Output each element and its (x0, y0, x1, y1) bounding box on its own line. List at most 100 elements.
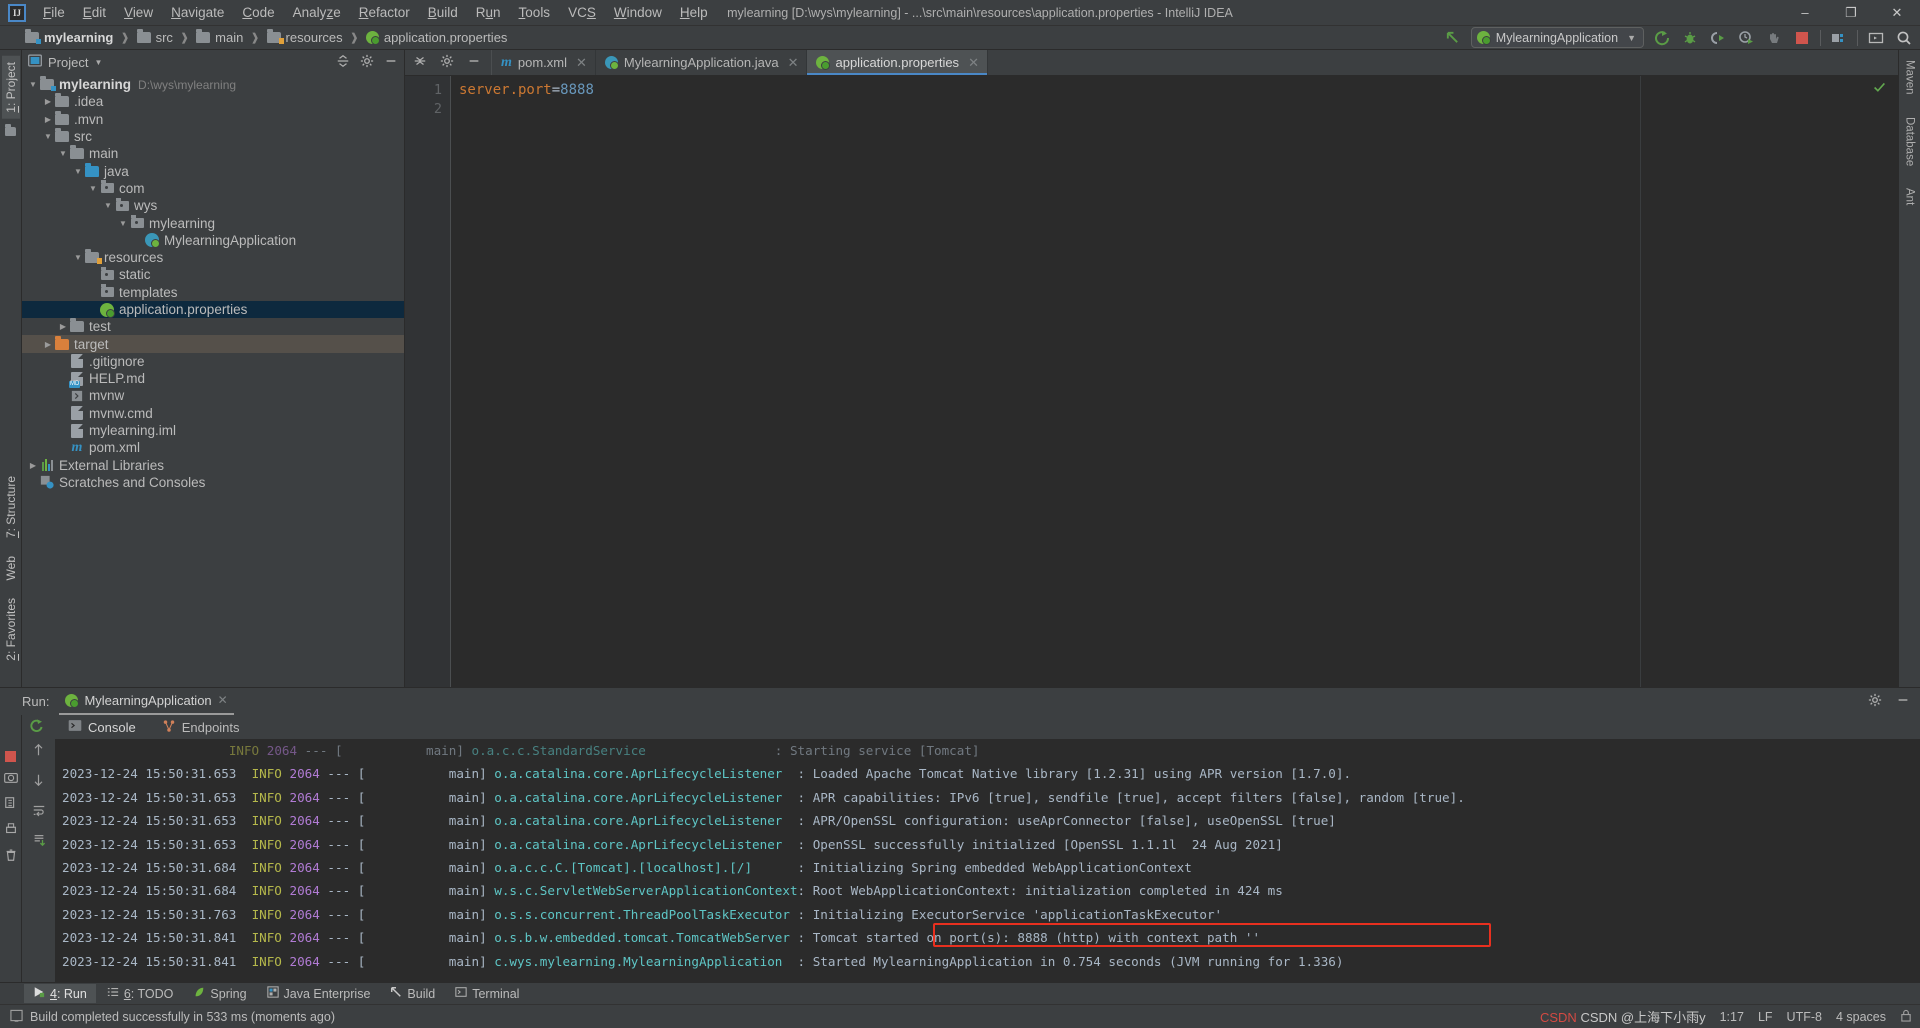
breadcrumb-main[interactable]: main (193, 29, 246, 46)
print-icon[interactable] (4, 822, 18, 839)
tree-node-mylearning[interactable]: ▼ mylearning (22, 214, 404, 231)
chevron-down-icon[interactable]: ▼ (117, 219, 129, 228)
menu-code[interactable]: Code (233, 2, 283, 23)
tree-node-mvnw[interactable]: mvnw (22, 387, 404, 404)
gear-icon[interactable] (1868, 693, 1882, 710)
attach-hand-icon[interactable] (1764, 28, 1784, 48)
tree-node-application-properties[interactable]: application.properties (22, 300, 404, 319)
subtab-console[interactable]: Console (58, 717, 146, 737)
console-output[interactable]: INFO 2064 --- [ main] o.a.c.c.StandardSe… (56, 739, 1920, 982)
tree-node-static[interactable]: static (22, 266, 404, 283)
camera-icon[interactable] (3, 771, 18, 787)
ok-check-icon[interactable] (1873, 81, 1886, 97)
tree-node-mvnw-cmd[interactable]: mvnw.cmd (22, 405, 404, 422)
breadcrumb-resources[interactable]: resources (264, 29, 346, 46)
debug-bug-icon[interactable] (1680, 28, 1700, 48)
chevron-down-icon[interactable]: ▼ (57, 149, 69, 158)
coverage-icon[interactable] (1708, 28, 1728, 48)
tree-node-resources[interactable]: ▼ resources (22, 249, 404, 266)
soft-wrap-icon[interactable] (32, 803, 46, 820)
bottom-tab-spring[interactable]: Spring (184, 984, 255, 1003)
tree-node-test[interactable]: ▶ test (22, 318, 404, 335)
collapse-all-icon[interactable] (413, 54, 427, 71)
editor-tab-pom-xml[interactable]: m pom.xml ✕ (492, 50, 596, 75)
chevron-down-icon[interactable]: ▼ (72, 253, 84, 262)
rerun-icon[interactable] (28, 718, 44, 737)
run-tab-mylearning-application[interactable]: MylearningApplication ✕ (59, 689, 234, 715)
tree-node--mvn[interactable]: ▶ .mvn (22, 110, 404, 128)
menu-build[interactable]: Build (419, 2, 467, 23)
search-icon[interactable] (1894, 28, 1914, 48)
maximize-button[interactable]: ❐ (1828, 0, 1874, 26)
folder-icon[interactable] (5, 123, 16, 136)
chevron-down-icon[interactable]: ▼ (87, 184, 99, 193)
caret-position[interactable]: 1:17 (1720, 1010, 1744, 1024)
chevron-down-icon[interactable]: ▼ (42, 132, 54, 141)
tool-window-favorites[interactable]: 2: Favorites (2, 592, 20, 667)
breadcrumb-src[interactable]: src (134, 29, 176, 46)
gear-icon[interactable] (360, 54, 374, 71)
chevron-right-icon[interactable]: ▶ (27, 461, 39, 470)
bottom-tab-run[interactable]: 4: Run (24, 984, 96, 1003)
tree-node-wys[interactable]: ▼ wys (22, 197, 404, 214)
tree-node-com[interactable]: ▼ com (22, 180, 404, 197)
editor-tab-mylearning-application-java[interactable]: MylearningApplication.java ✕ (596, 50, 808, 75)
run-icon[interactable] (1652, 28, 1672, 48)
chevron-right-icon[interactable]: ▶ (42, 115, 54, 124)
tree-node-mylearning-iml[interactable]: mylearning.iml (22, 422, 404, 439)
editor-area[interactable]: 1 2 server.port=8888 (405, 76, 1898, 687)
tool-window-ant[interactable]: Ant (1903, 184, 1917, 209)
chevron-down-icon[interactable]: ▼ (72, 167, 84, 176)
tool-window-maven[interactable]: Maven (1903, 56, 1917, 99)
trash-icon[interactable] (4, 848, 18, 865)
subtab-endpoints[interactable]: Endpoints (152, 717, 250, 738)
close-button[interactable]: ✕ (1874, 0, 1920, 26)
bottom-tab-todo[interactable]: 6: TODO (98, 984, 183, 1003)
tree-node-java[interactable]: ▼ java (22, 162, 404, 179)
close-icon[interactable]: ✕ (788, 55, 799, 71)
event-log-icon[interactable] (10, 1009, 23, 1025)
chevron-down-icon[interactable]: ▼ (94, 58, 102, 67)
tool-window-web[interactable]: Web (2, 550, 20, 586)
stop-square-icon[interactable] (1792, 28, 1812, 48)
menu-help[interactable]: Help (671, 2, 717, 23)
breadcrumb-mylearning[interactable]: mylearning (22, 29, 116, 46)
close-icon[interactable]: ✕ (576, 55, 587, 71)
collapse-all-icon[interactable] (336, 54, 350, 71)
line-separator[interactable]: LF (1758, 1010, 1773, 1024)
thread-dump-icon[interactable] (4, 796, 18, 813)
tree-node-templates[interactable]: templates (22, 284, 404, 301)
lock-icon[interactable] (1900, 1009, 1912, 1025)
tree-node-scratches-and-consoles[interactable]: Scratches and Consoles (22, 474, 404, 491)
chevron-right-icon[interactable]: ▶ (42, 97, 54, 106)
run-configuration-selector[interactable]: MylearningApplication ▼ (1470, 27, 1644, 48)
tree-node-main[interactable]: ▼ main (22, 145, 404, 162)
back-arrow-icon[interactable] (1443, 28, 1463, 48)
menu-edit[interactable]: Edit (74, 2, 115, 23)
stop-square-icon[interactable] (5, 751, 16, 762)
tree-node--gitignore[interactable]: .gitignore (22, 353, 404, 370)
menu-file[interactable]: File (34, 2, 74, 23)
project-panel-title-group[interactable]: Project ▼ (28, 54, 102, 70)
project-structure-icon[interactable] (1829, 28, 1849, 48)
arrow-down-icon[interactable] (32, 773, 45, 790)
hide-icon[interactable] (1896, 693, 1910, 710)
bottom-tab-terminal[interactable]: Terminal (446, 984, 528, 1003)
close-icon[interactable]: ✕ (218, 693, 228, 707)
close-icon[interactable]: ✕ (968, 55, 979, 71)
editor-code[interactable]: server.port=8888 (451, 76, 1898, 687)
tree-node-mylearningapplication[interactable]: MylearningApplication (22, 232, 404, 249)
menu-navigate[interactable]: Navigate (162, 2, 233, 23)
tree-node-target[interactable]: ▶ target (22, 335, 404, 353)
menu-analyze[interactable]: Analyze (284, 2, 350, 23)
menu-window[interactable]: Window (605, 2, 671, 23)
chevron-right-icon[interactable]: ▶ (42, 340, 54, 349)
arrow-up-icon[interactable] (32, 743, 45, 760)
hide-icon[interactable] (384, 54, 398, 71)
gear-icon[interactable] (440, 54, 454, 71)
scroll-to-end-icon[interactable] (32, 833, 46, 850)
editor-tab-application-properties[interactable]: application.properties ✕ (807, 50, 988, 75)
menu-run[interactable]: Run (467, 2, 510, 23)
profiler-clock-icon[interactable] (1736, 28, 1756, 48)
minimize-button[interactable]: – (1782, 0, 1828, 26)
